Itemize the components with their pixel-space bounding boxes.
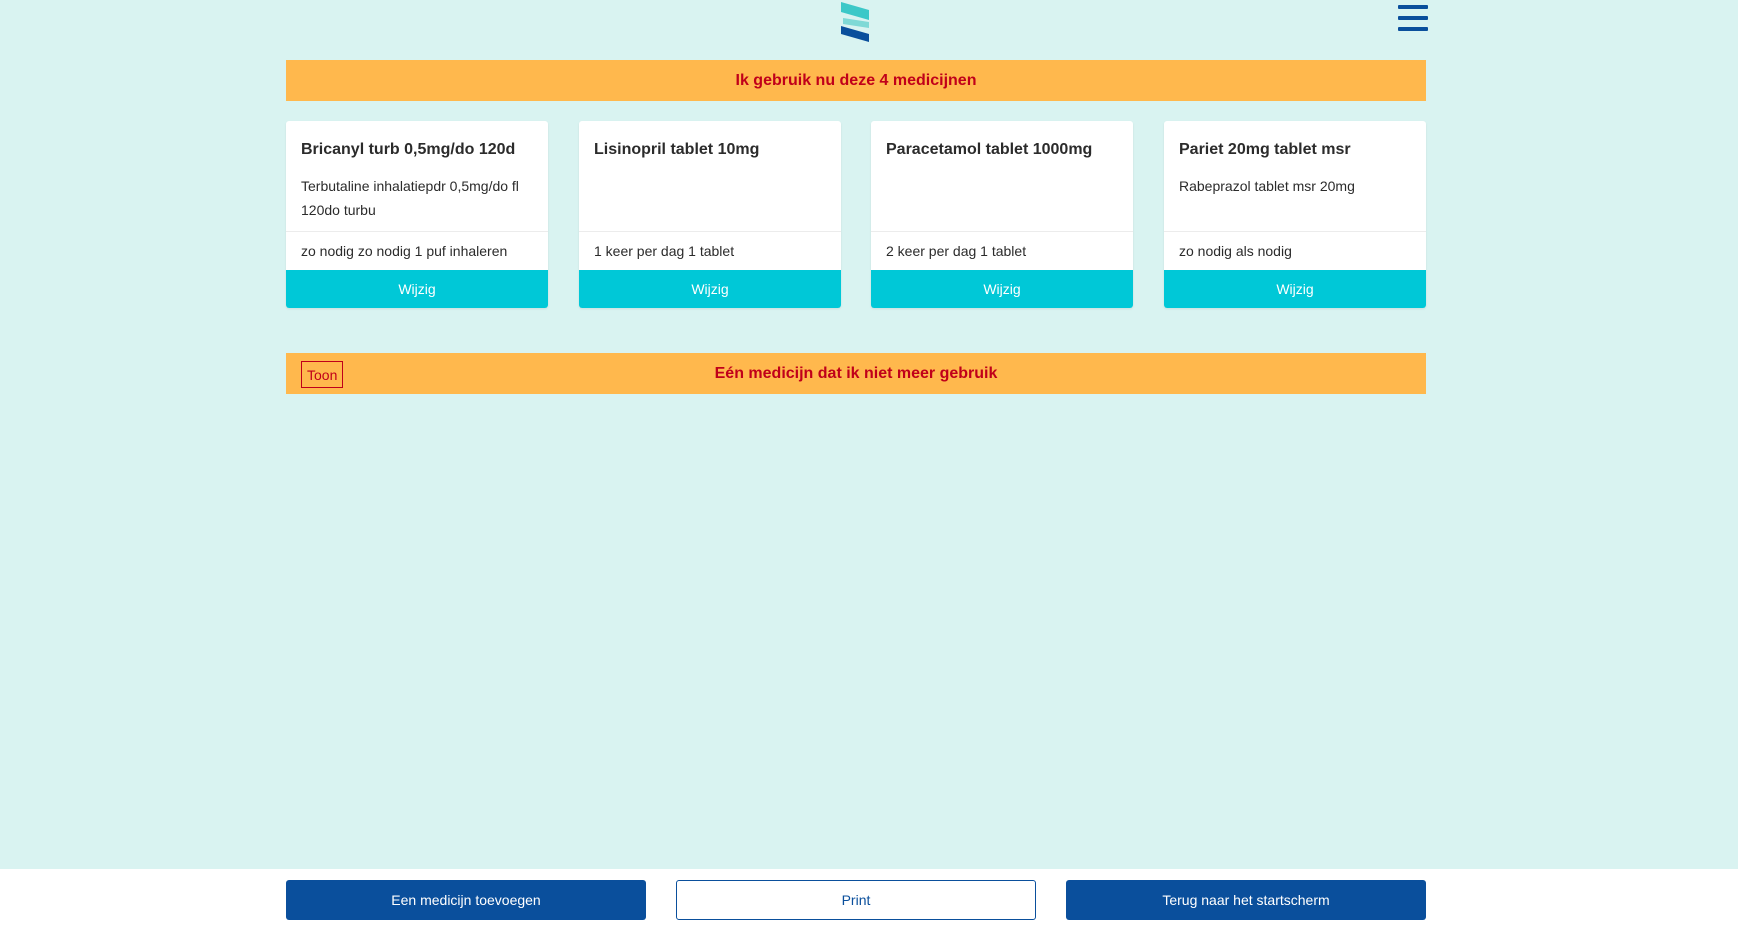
edit-medicine-button[interactable]: Wijzig [286, 270, 548, 308]
show-inactive-button[interactable]: Toon [301, 361, 344, 388]
edit-medicine-button[interactable]: Wijzig [579, 270, 841, 308]
medicine-card: Paracetamol tablet 1000mg 2 keer per dag… [871, 121, 1133, 308]
add-medicine-button[interactable]: Een medicijn toevoegen [286, 880, 646, 920]
medicine-dosage: zo nodig als nodig [1164, 231, 1426, 270]
edit-medicine-button[interactable]: Wijzig [871, 270, 1133, 308]
current-medicines-header: Ik gebruik nu deze 4 medicijnen [286, 60, 1426, 101]
print-button[interactable]: Print [676, 880, 1036, 920]
medicine-name: Pariet 20mg tablet msr [1179, 141, 1351, 158]
medicine-card: Bricanyl turb 0,5mg/do 120d Terbutaline … [286, 121, 548, 308]
medicine-dosage: 2 keer per dag 1 tablet [871, 231, 1133, 270]
back-to-home-button[interactable]: Terug naar het startscherm [1066, 880, 1426, 920]
inactive-medicines-title: Eén medicijn dat ik niet meer gebruik [714, 364, 998, 382]
medicine-name: Lisinopril tablet 10mg [594, 141, 760, 158]
edit-medicine-button[interactable]: Wijzig [1164, 270, 1426, 308]
medicine-dosage: zo nodig zo nodig 1 puf inhaleren [286, 231, 548, 270]
hamburger-menu-icon[interactable] [1398, 5, 1428, 31]
inactive-medicines-header: Toon Eén medicijn dat ik niet meer gebru… [286, 353, 1426, 394]
medicine-description: Rabeprazol tablet msr 20mg [1179, 178, 1355, 194]
footer-bar: Een medicijn toevoegen Print Terug naar … [0, 869, 1738, 927]
medicine-description: Terbutaline inhalatiepdr 0,5mg/do fl 120… [301, 178, 519, 218]
medicine-name: Bricanyl turb 0,5mg/do 120d [301, 141, 516, 158]
medicine-card: Pariet 20mg tablet msr Rabeprazol tablet… [1164, 121, 1426, 308]
medicine-card: Lisinopril tablet 10mg 1 keer per dag 1 … [579, 121, 841, 308]
medicine-dosage: 1 keer per dag 1 tablet [579, 231, 841, 270]
medicine-name: Paracetamol tablet 1000mg [886, 141, 1093, 158]
app-logo-icon [839, 0, 873, 42]
current-medicines-title: Ik gebruik nu deze 4 medicijnen [735, 71, 977, 89]
